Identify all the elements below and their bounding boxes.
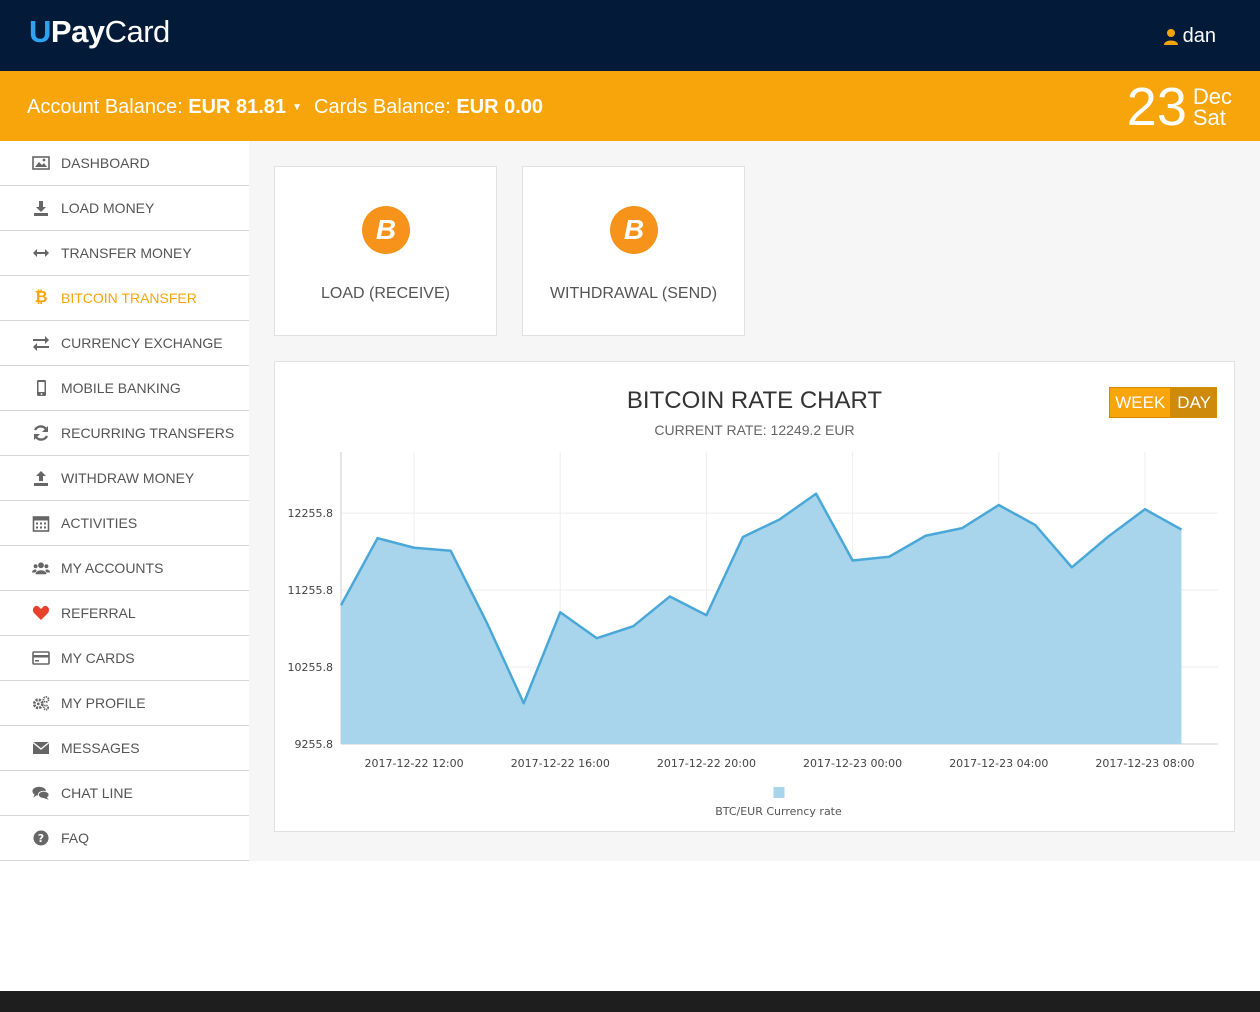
- date-day: 23: [1126, 77, 1187, 137]
- sidebar-item-transfer-money[interactable]: TRANSFER MONEY: [0, 231, 249, 276]
- sidebar-item-my-cards[interactable]: MY CARDS: [0, 636, 249, 681]
- sidebar-nav: DASHBOARD LOAD MONEY TRANSFER MONEY ₿ BI…: [0, 141, 249, 861]
- caret-down-icon: ▼: [292, 102, 302, 113]
- sidebar-item-chat-line[interactable]: CHAT LINE: [0, 771, 249, 816]
- sidebar-item-referral[interactable]: REFERRAL: [0, 591, 249, 636]
- refresh-icon: [30, 423, 52, 443]
- mobile-icon: [30, 378, 52, 398]
- user-name: dan: [1182, 25, 1216, 47]
- sidebar-item-load-money[interactable]: LOAD MONEY: [0, 186, 249, 231]
- load-receive-card[interactable]: B LOAD (RECEIVE): [274, 166, 497, 336]
- credit-card-icon: [30, 648, 52, 668]
- x-tick-label: 2017-12-23 04:00: [949, 757, 1048, 770]
- bitcoin-rate-chart-panel: BITCOIN RATE CHART CURRENT RATE: 12249.2…: [274, 361, 1235, 832]
- sidebar-item-activities[interactable]: ACTIVITIES: [0, 501, 249, 546]
- y-tick-label: 11255.8: [288, 584, 334, 597]
- top-header: UPayCard dan: [0, 0, 1260, 71]
- page-footer: [0, 991, 1260, 1012]
- bitcoin-icon: ₿: [34, 289, 48, 306]
- x-tick-label: 2017-12-23 08:00: [1095, 757, 1194, 770]
- y-tick-label: 9255.8: [295, 738, 334, 751]
- question-circle-icon: ?: [30, 828, 52, 848]
- withdrawal-send-card[interactable]: B WITHDRAWAL (SEND): [522, 166, 745, 336]
- heart-icon: [30, 603, 52, 623]
- sidebar-item-recurring-transfers[interactable]: RECURRING TRANSFERS: [0, 411, 249, 456]
- image-icon: [30, 153, 52, 173]
- cards-balance: Cards Balance: EUR 0.00: [314, 96, 544, 118]
- sidebar-item-bitcoin-transfer[interactable]: ₿ BITCOIN TRANSFER: [0, 276, 249, 321]
- bitcoin-rate-chart: 9255.8 10255.8 11255.8 12255.8 2017-12-22 12…: [288, 452, 1218, 818]
- bitcoin-icon: B: [362, 206, 410, 254]
- envelope-icon: [30, 738, 52, 758]
- gears-icon: [30, 693, 52, 713]
- x-tick-label: 2017-12-22 12:00: [365, 757, 464, 770]
- sidebar-item-faq[interactable]: ? FAQ: [0, 816, 249, 861]
- svg-text:?: ?: [38, 832, 44, 845]
- y-tick-label: 10255.8: [288, 661, 334, 674]
- user-menu[interactable]: dan: [1163, 25, 1216, 48]
- comments-icon: [30, 783, 52, 803]
- cards-balance-value: EUR 0.00: [456, 96, 544, 118]
- x-tick-label: 2017-12-22 16:00: [511, 757, 610, 770]
- users-icon: [30, 558, 52, 578]
- calendar-icon: [30, 513, 52, 533]
- date-weekday: Sat: [1192, 105, 1226, 130]
- withdrawal-send-label: WITHDRAWAL (SEND): [549, 285, 718, 302]
- x-tick-label: 2017-12-22 20:00: [657, 757, 756, 770]
- exchange-icon: [30, 333, 52, 353]
- load-receive-label: LOAD (RECEIVE): [321, 285, 450, 302]
- current-date: 23 Dec Sat: [1127, 80, 1232, 134]
- sidebar-item-dashboard[interactable]: DASHBOARD: [0, 141, 249, 186]
- main-content: B LOAD (RECEIVE) B WITHDRAWAL (SEND) BIT…: [249, 141, 1260, 861]
- account-balance-value: EUR 81.81: [188, 96, 287, 118]
- sidebar-item-my-accounts[interactable]: MY ACCOUNTS: [0, 546, 249, 591]
- sidebar-item-mobile-banking[interactable]: MOBILE BANKING: [0, 366, 249, 411]
- sidebar-item-currency-exchange[interactable]: CURRENCY EXCHANGE: [0, 321, 249, 366]
- upload-icon: [30, 468, 52, 488]
- account-balance[interactable]: Account Balance: EUR 81.81 ▼: [27, 96, 302, 119]
- user-icon: [1163, 28, 1178, 45]
- balance-bar: Account Balance: EUR 81.81 ▼ Cards Balanc…: [0, 71, 1260, 141]
- upaycard-logo[interactable]: UPayCard: [29, 14, 170, 50]
- bitcoin-icon: B: [610, 206, 658, 254]
- download-icon: [30, 198, 52, 218]
- arrows-horizontal-icon: [30, 243, 52, 263]
- y-tick-label: 12255.8: [288, 507, 334, 520]
- legend-swatch: [773, 787, 785, 798]
- x-tick-label: 2017-12-23 00:00: [803, 757, 902, 770]
- sidebar-item-withdraw-money[interactable]: WITHDRAW MONEY: [0, 456, 249, 501]
- series-area: [341, 493, 1182, 744]
- sidebar-item-messages[interactable]: MESSAGES: [0, 726, 249, 771]
- legend-label: BTC/EUR Currency rate: [715, 805, 842, 818]
- sidebar-item-my-profile[interactable]: MY PROFILE: [0, 681, 249, 726]
